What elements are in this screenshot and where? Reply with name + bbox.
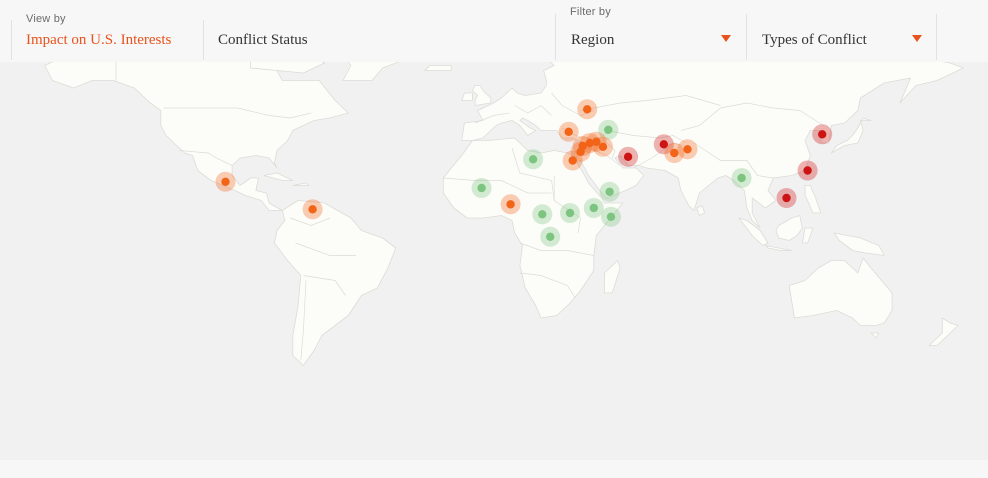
marker-dot bbox=[221, 177, 230, 186]
marker-dot bbox=[528, 155, 538, 164]
marker-dot bbox=[568, 156, 577, 165]
marker-dot bbox=[803, 166, 812, 175]
conflict-marker-korean-peninsula[interactable]: Korean Peninsula bbox=[812, 124, 833, 145]
footer-bar bbox=[0, 460, 988, 478]
marker-dot bbox=[818, 130, 827, 139]
marker-dot bbox=[592, 137, 601, 146]
marker-dot bbox=[683, 145, 692, 154]
conflict-marker-kurdistan[interactable]: Kurdistan bbox=[586, 131, 607, 152]
world-map-canvas: MexicoVenezuelaUkraineTurkeyCaucasusSyri… bbox=[0, 62, 988, 460]
marker-dot bbox=[565, 208, 575, 218]
types-of-conflict-dropdown-value: Types of Conflict bbox=[762, 32, 867, 48]
conflict-marker-south-china-sea[interactable]: South China Sea bbox=[776, 188, 797, 208]
conflict-marker-dr-congo[interactable]: DR Congo bbox=[540, 226, 561, 247]
marker-dot bbox=[538, 210, 547, 219]
conflict-marker-south-sudan[interactable]: South Sudan bbox=[560, 203, 580, 223]
marker-dot bbox=[506, 200, 515, 209]
marker-dot bbox=[583, 105, 592, 114]
types-of-conflict-dropdown[interactable]: Types of Conflict bbox=[746, 14, 937, 60]
conflict-marker-libya[interactable]: Libya bbox=[523, 149, 544, 170]
marker-dot bbox=[308, 205, 317, 214]
conflict-marker-iran[interactable]: Iran bbox=[618, 146, 639, 167]
conflict-marker-india-pakistan[interactable]: India-Pakistan bbox=[677, 139, 698, 160]
marker-dot bbox=[477, 183, 486, 193]
tab-conflict-status[interactable]: Conflict Status bbox=[203, 20, 403, 60]
landmass-iceland bbox=[424, 65, 452, 71]
conflict-marker-ethiopia[interactable]: Ethiopia bbox=[583, 198, 604, 218]
region-dropdown-value: Region bbox=[571, 32, 615, 48]
marker-dot bbox=[605, 187, 614, 196]
marker-dot bbox=[623, 152, 633, 161]
marker-dot bbox=[606, 212, 616, 221]
conflict-marker-turkey[interactable]: Turkey bbox=[558, 121, 579, 142]
conflict-marker-mali[interactable]: Mali bbox=[471, 178, 492, 198]
conflict-marker-egypt[interactable]: Egypt bbox=[562, 150, 583, 171]
marker-dot bbox=[546, 232, 555, 241]
conflict-marker-taiwan[interactable]: Taiwan bbox=[797, 160, 818, 181]
conflict-marker-yemen[interactable]: Yemen bbox=[599, 181, 620, 202]
conflict-marker-ukraine[interactable]: Ukraine bbox=[577, 99, 598, 120]
marker-dot bbox=[564, 127, 573, 136]
marker-dot bbox=[737, 173, 746, 183]
conflict-marker-somalia[interactable]: Somalia bbox=[601, 206, 621, 227]
marker-dot bbox=[782, 193, 791, 203]
conflict-marker-nigeria[interactable]: Nigeria bbox=[500, 194, 521, 215]
conflict-marker-central-african-republic[interactable]: Central African Republic bbox=[532, 204, 553, 225]
marker-dot bbox=[604, 125, 613, 134]
tab-impact-on-us-interests[interactable]: Impact on U.S. Interests bbox=[11, 20, 201, 60]
world-map[interactable]: MexicoVenezuelaUkraineTurkeyCaucasusSyri… bbox=[0, 62, 988, 460]
toolbar: View by Impact on U.S. Interests Conflic… bbox=[0, 0, 988, 62]
conflict-marker-venezuela[interactable]: Venezuela bbox=[302, 199, 323, 220]
marker-dot bbox=[670, 148, 679, 158]
conflict-marker-myanmar[interactable]: Myanmar bbox=[731, 168, 752, 188]
region-dropdown[interactable]: Region bbox=[555, 14, 745, 60]
chevron-down-icon bbox=[721, 35, 731, 42]
conflict-marker-mexico[interactable]: Mexico bbox=[215, 171, 236, 192]
chevron-down-icon bbox=[912, 35, 922, 42]
marker-dot bbox=[589, 203, 598, 213]
